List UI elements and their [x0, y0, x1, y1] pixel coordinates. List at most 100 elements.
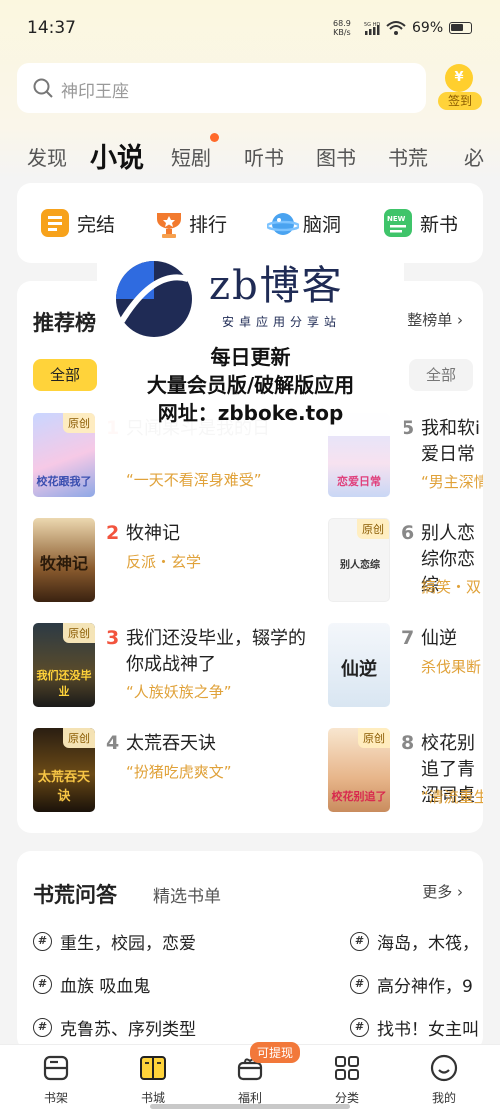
quick-entries: 完结 排行 脑洞 NEW 新书 [17, 183, 483, 263]
book-tag: “一天不看浑身难受” [126, 471, 262, 489]
qa-topic[interactable]: # 重生，校园，恋爱 [33, 929, 196, 954]
qa-title: 书荒问答 [33, 883, 117, 907]
rank-number: 7 [401, 627, 415, 649]
nav-bookstore[interactable]: 书城 [123, 1053, 183, 1106]
qa-topic-label: 重生，校园，恋爱 [60, 933, 196, 954]
cover-title: 恋爱日常 [337, 475, 381, 488]
brand-logo-icon [116, 261, 192, 337]
book-cover: 原创 校花别追了 [328, 728, 390, 812]
battery-percent: 69% [412, 20, 444, 36]
search-icon [33, 78, 53, 102]
tab-book-drought[interactable]: 书荒 [388, 142, 428, 171]
tab-must-read[interactable]: 必 [464, 142, 484, 171]
quick-new-books-label: 新书 [420, 213, 459, 236]
book-tag: 反派・玄学 [126, 553, 202, 571]
watermark-line-2: 大量会员版/破解版应用 [146, 373, 355, 397]
profile-icon [429, 1053, 459, 1083]
book-cover: 仙逆 [328, 623, 390, 707]
tab-audiobook[interactable]: 听书 [244, 142, 284, 171]
quick-new-books[interactable]: NEW 新书 [384, 207, 458, 239]
rank-number: 8 [401, 732, 415, 754]
brand-subtitle: 安卓应用分享站 [222, 315, 342, 329]
original-badge: 原创 [63, 623, 95, 643]
list-item[interactable]: 原创 别人恋综 6 别人恋综你恋综 搞笑・双 [328, 518, 483, 608]
wifi-icon [386, 20, 406, 40]
nav-categories[interactable]: 分类 [317, 1053, 377, 1106]
chip-all[interactable]: 全部 [33, 359, 97, 391]
book-cover: 原创 校花跟我了 [33, 413, 95, 497]
cover-title: 校花跟我了 [36, 475, 92, 488]
original-badge: 原创 [63, 413, 95, 433]
book-tag: “男主深情 [421, 473, 483, 491]
hashtag-icon: # [350, 1017, 369, 1037]
trophy-icon [153, 209, 181, 238]
withdraw-badge: 可提现 [250, 1042, 301, 1063]
list-item[interactable]: 牧神记 2 牧神记 反派・玄学 [33, 518, 263, 608]
book-tag: 搞笑・双 [421, 578, 482, 596]
original-badge: 原创 [63, 728, 95, 748]
qa-topic[interactable]: # 血族 吸血鬼 [33, 972, 150, 997]
quick-ranking-label: 排行 [189, 213, 228, 236]
book-qa-section: 书荒问答 精选书单 更多 › # 重生，校园，恋爱 # 血族 吸血鬼 # 克鲁苏、序列… [17, 851, 483, 1051]
category-tabs: 发现 小说 短剧 听书 图书 书荒 必 [0, 132, 500, 176]
ranking-title: 推荐榜 [33, 311, 96, 335]
list-item[interactable]: 原创 我们还没毕业 3 我们还没毕业，辍学的你成战神了 “人族妖族之争” [33, 623, 306, 713]
book-title: 仙逆 [421, 628, 457, 649]
qa-topic[interactable]: # 克鲁苏、序列类型 [33, 1015, 196, 1040]
new-book-icon: NEW [384, 209, 412, 237]
quick-brainstorm[interactable]: 脑洞 [265, 207, 341, 239]
planet-icon [265, 209, 301, 237]
tab-short-drama[interactable]: 短剧 [171, 142, 211, 171]
tab-discover[interactable]: 发现 [27, 142, 67, 171]
watermark-overlay: zb博客 安卓应用分享站 每日更新 大量会员版/破解版应用 网址：zbboke.… [97, 253, 404, 436]
book-cover: 牧神记 [33, 518, 95, 602]
signin-label: 签到 [438, 92, 482, 110]
qa-more-link[interactable]: 更多 › [422, 881, 463, 902]
tab-books[interactable]: 图书 [316, 142, 356, 171]
bookshelf-icon [41, 1053, 71, 1083]
list-item[interactable]: 仙逆 7 仙逆 杀伐果断 [328, 623, 483, 713]
hashtag-icon: # [350, 974, 369, 994]
home-indicator[interactable] [150, 1104, 350, 1109]
nav-profile[interactable]: 我的 [414, 1053, 474, 1106]
qa-topic-label: 找书！女主叫 [377, 1019, 479, 1040]
full-ranking-link[interactable]: 整榜单 › [407, 309, 463, 330]
hashtag-icon: # [350, 931, 369, 951]
hashtag-icon: # [33, 931, 52, 951]
net-speed-unit: KB/s [333, 28, 351, 37]
grid-icon [332, 1053, 362, 1083]
tab-novel[interactable]: 小说 [90, 136, 144, 175]
cover-title: 别人恋综 [340, 560, 380, 571]
signin-button[interactable]: ¥ 签到 [437, 62, 483, 112]
quick-completed[interactable]: 完结 [41, 207, 115, 239]
qa-topic[interactable]: # 找书！女主叫 [350, 1015, 479, 1040]
cover-title: 太荒吞天诀 [37, 770, 90, 804]
book-title: 我和软i爱日常 [421, 418, 481, 465]
qa-topic-label: 高分神作，9 [377, 976, 473, 997]
full-ranking-label: 整榜单 [407, 311, 453, 329]
brand-name: zb博客 [209, 263, 344, 309]
book-tag: “清流重生 [421, 788, 483, 806]
list-item[interactable]: 原创 太荒吞天诀 4 太荒吞天诀 “扮猪吃虎爽文” [33, 728, 263, 818]
qa-topic[interactable]: # 海岛，木筏， [350, 929, 479, 954]
chip-all-2[interactable]: 全部 [409, 359, 473, 391]
cover-title: 校花别追了 [331, 790, 387, 803]
book-tag: 杀伐果断 [421, 658, 482, 676]
qa-subtitle[interactable]: 精选书单 [153, 882, 221, 907]
book-tag: “扮猪吃虎爽文” [126, 763, 232, 781]
status-time: 14:37 [27, 18, 76, 38]
nav-bookshelf[interactable]: 书架 [26, 1053, 86, 1106]
original-badge: 原创 [357, 519, 389, 539]
qa-topic[interactable]: # 高分神作，9 [350, 972, 473, 997]
notification-dot [210, 133, 219, 142]
cover-title: 我们还没毕业 [36, 669, 92, 698]
net-speed-value: 68.9 [333, 19, 351, 28]
quick-ranking[interactable]: 排行 [153, 207, 227, 239]
rank-number: 6 [401, 522, 415, 544]
book-cover: 原创 别人恋综 [328, 518, 390, 602]
search-placeholder: 神印王座 [61, 82, 129, 102]
rank-number: 4 [106, 732, 120, 754]
search-bar[interactable]: 神印王座 [17, 63, 426, 113]
original-badge: 原创 [358, 728, 390, 748]
list-item[interactable]: 原创 校花别追了 8 校花别追了青涩同桌 “清流重生 [328, 728, 483, 818]
